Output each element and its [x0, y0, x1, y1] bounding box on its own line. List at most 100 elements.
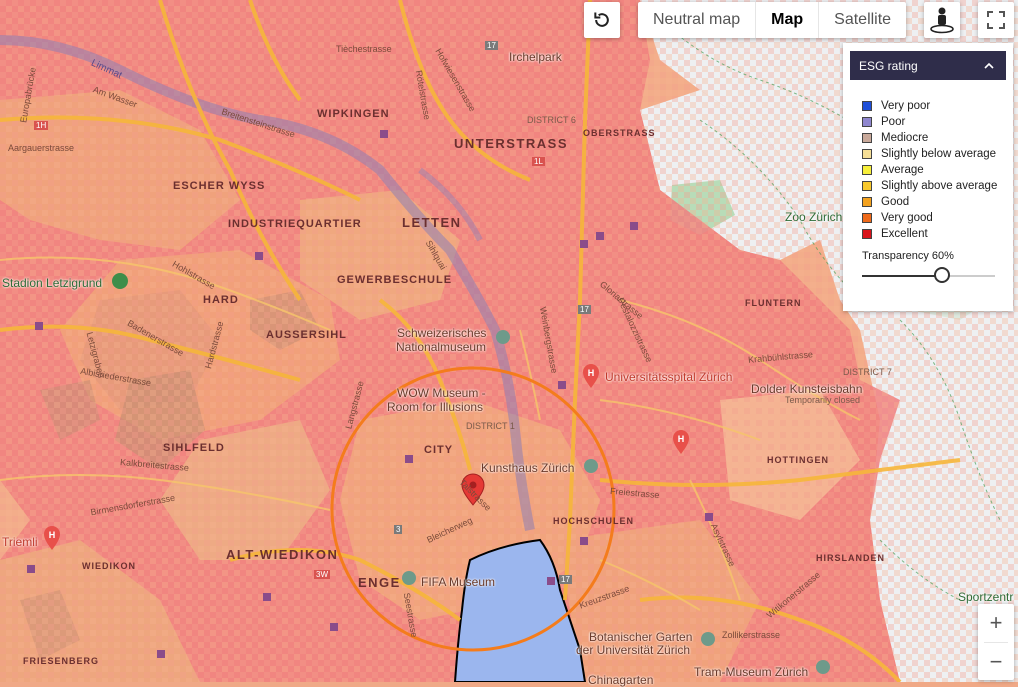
legend-swatch	[862, 101, 872, 111]
district-label: CITY	[424, 444, 454, 456]
legend-item: Poor	[862, 114, 1013, 130]
legend-item-label: Very poor	[881, 100, 931, 112]
esg-legend-panel: ESG rating Very poor Poor Mediocre Slightly…	[843, 43, 1013, 311]
fullscreen-button[interactable]	[978, 2, 1014, 38]
legend-item-label: Mediocre	[881, 132, 929, 144]
svg-text:H: H	[49, 530, 56, 540]
poi-label: Temporarily closed	[785, 395, 861, 405]
road-badge: 17	[559, 575, 572, 584]
district-label: LETTEN	[402, 215, 462, 230]
poi-label: FIFA Museum	[421, 575, 496, 589]
legend-item-label: Average	[881, 164, 924, 176]
legend-item-label: Poor	[881, 116, 906, 128]
legend-swatch	[862, 165, 872, 175]
street-label: Tièchestrasse	[336, 44, 392, 54]
street-view-button[interactable]	[924, 2, 960, 38]
district-label: WIPKINGEN	[317, 108, 390, 120]
legend-swatch	[862, 181, 872, 191]
map-type-switcher: Neutral map Map Satellite	[638, 2, 907, 38]
street-label: Zollikerstrasse	[722, 630, 781, 640]
legend-item: Slightly above average	[862, 178, 1013, 194]
poi-label: Tram-Museum Zürich	[694, 665, 809, 679]
legend-item-label: Excellent	[881, 228, 928, 240]
district-label: FRIESENBERG	[23, 656, 100, 666]
map-type-satellite[interactable]: Satellite	[819, 2, 906, 38]
svg-text:H: H	[588, 368, 595, 378]
legend-item: Very good	[862, 210, 1013, 226]
district-label: UNTERSTRASS	[454, 136, 569, 151]
legend-swatch	[862, 117, 872, 127]
district-label: INDUSTRIEQUARTIER	[228, 218, 362, 230]
map-type-map[interactable]: Map	[756, 2, 820, 38]
transparency-label: Transparency 60%	[862, 250, 954, 262]
poi-label: Zoo Zürich	[785, 210, 843, 224]
district-label: ENGE	[358, 575, 401, 590]
poi-label: Triemli	[2, 535, 38, 549]
district-label: SIHLFELD	[163, 442, 225, 454]
transparency-slider[interactable]	[862, 267, 995, 284]
district-label: AUSSERSIHL	[266, 329, 347, 341]
road-badge: 17	[578, 305, 591, 314]
legend-item-label: Very good	[881, 212, 933, 224]
poi-label: Chinagarten	[588, 673, 654, 687]
legend-item-label: Slightly above average	[881, 180, 998, 192]
slider-fill	[862, 275, 942, 277]
district-label: HARD	[203, 294, 239, 306]
legend-item: Mediocre	[862, 130, 1013, 146]
poi-label: Kunsthaus Zürich	[481, 461, 575, 475]
district-label: GEWERBESCHULE	[337, 274, 453, 286]
rotate-ccw-icon	[594, 12, 609, 27]
poi-label: Schweizerisches	[397, 326, 487, 340]
poi-label: Sportzentr	[958, 590, 1014, 604]
road-badge: 3W	[314, 570, 330, 579]
district-label: HOTTINGEN	[767, 455, 829, 465]
legend-item: Average	[862, 162, 1013, 178]
district-label: DISTRICT 7	[843, 367, 892, 377]
district-label: HIRSLANDEN	[816, 553, 886, 563]
legend-item: Very poor	[862, 98, 1013, 114]
poi-label: WOW Museum -	[397, 386, 486, 400]
zoom-out-button[interactable]: −	[978, 643, 1014, 681]
slider-thumb[interactable]	[934, 267, 950, 283]
poi-label: Nationalmuseum	[396, 340, 487, 354]
district-label: OBERSTRASS	[583, 128, 656, 138]
legend-list: Very poor Poor Mediocre Slightly below aver…	[843, 98, 1013, 242]
district-label: FLUNTERN	[745, 298, 802, 308]
poi-label: Botanischer Garten	[589, 630, 693, 644]
legend-title: ESG rating	[859, 58, 918, 73]
poi-label: der Universität Zürich	[576, 643, 691, 657]
district-label: ALT-WIEDIKON	[226, 547, 339, 562]
legend-swatch	[862, 149, 872, 159]
poi-label: Irchelpark	[509, 50, 562, 64]
district-label: WIEDIKON	[82, 561, 136, 571]
zoom-control: + −	[978, 604, 1014, 680]
district-label: ESCHER WYSS	[173, 180, 266, 192]
legend-header-toggle[interactable]: ESG rating	[850, 51, 1006, 80]
street-label: Aargauerstrasse	[8, 143, 75, 153]
poi-label: Dolder Kunsteisbahn	[751, 382, 863, 396]
district-label: HOCHSCHULEN	[553, 516, 635, 526]
legend-item: Excellent	[862, 226, 1013, 242]
legend-item-label: Good	[881, 196, 910, 208]
chevron-up-icon	[984, 62, 994, 69]
reset-map-button[interactable]	[584, 2, 620, 38]
road-badge: 1L	[532, 157, 545, 166]
road-badge: 17	[485, 41, 498, 50]
district-label: DISTRICT 1	[466, 421, 515, 431]
legend-swatch	[862, 133, 872, 143]
street-view-person-icon	[930, 7, 954, 34]
road-badge: 1H	[34, 121, 49, 130]
legend-swatch	[862, 213, 872, 223]
district-label: DISTRICT 6	[527, 115, 576, 125]
poi-label: Universitätsspital Zürich	[605, 370, 733, 384]
poi-label: Stadion Letzigrund	[2, 276, 103, 290]
svg-text:H: H	[678, 434, 685, 444]
legend-swatch	[862, 197, 872, 207]
zoom-in-button[interactable]: +	[978, 604, 1014, 642]
legend-item: Slightly below average	[862, 146, 1013, 162]
legend-swatch	[862, 229, 872, 239]
map-type-neutral[interactable]: Neutral map	[638, 2, 757, 38]
poi-label: Room for Illusions	[387, 400, 484, 414]
road-badge: 3	[394, 525, 403, 534]
legend-item-label: Slightly below average	[881, 148, 997, 160]
